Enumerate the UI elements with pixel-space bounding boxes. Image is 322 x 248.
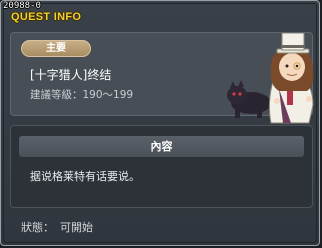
content-header: 內容	[19, 136, 304, 157]
recommended-level: 建議等級：190〜199	[30, 89, 133, 102]
quest-info-window: 20988-0 QUEST INFO 主要 [十字猎人]终结 建議等級：190〜…	[0, 0, 320, 246]
quest-summary-panel: 主要 [十字猎人]终结 建議等級：190〜199	[10, 32, 314, 124]
content-text: 据说格莱特有话要说。	[30, 170, 140, 183]
quest-status: 狀態： 可開始	[21, 221, 99, 235]
level-range: 190〜199	[82, 89, 134, 101]
status-value: 可開始	[60, 221, 93, 234]
status-label: 狀態：	[21, 221, 54, 234]
quest-name: [十字猎人]终结	[30, 68, 112, 82]
quest-content-panel: 內容 据说格莱特有话要说。	[10, 125, 313, 208]
level-label: 建議等級：	[30, 89, 83, 101]
window-title: QUEST INFO	[11, 11, 82, 23]
npc-portrait-icon	[227, 33, 314, 124]
quest-category-badge: 主要	[21, 40, 91, 57]
